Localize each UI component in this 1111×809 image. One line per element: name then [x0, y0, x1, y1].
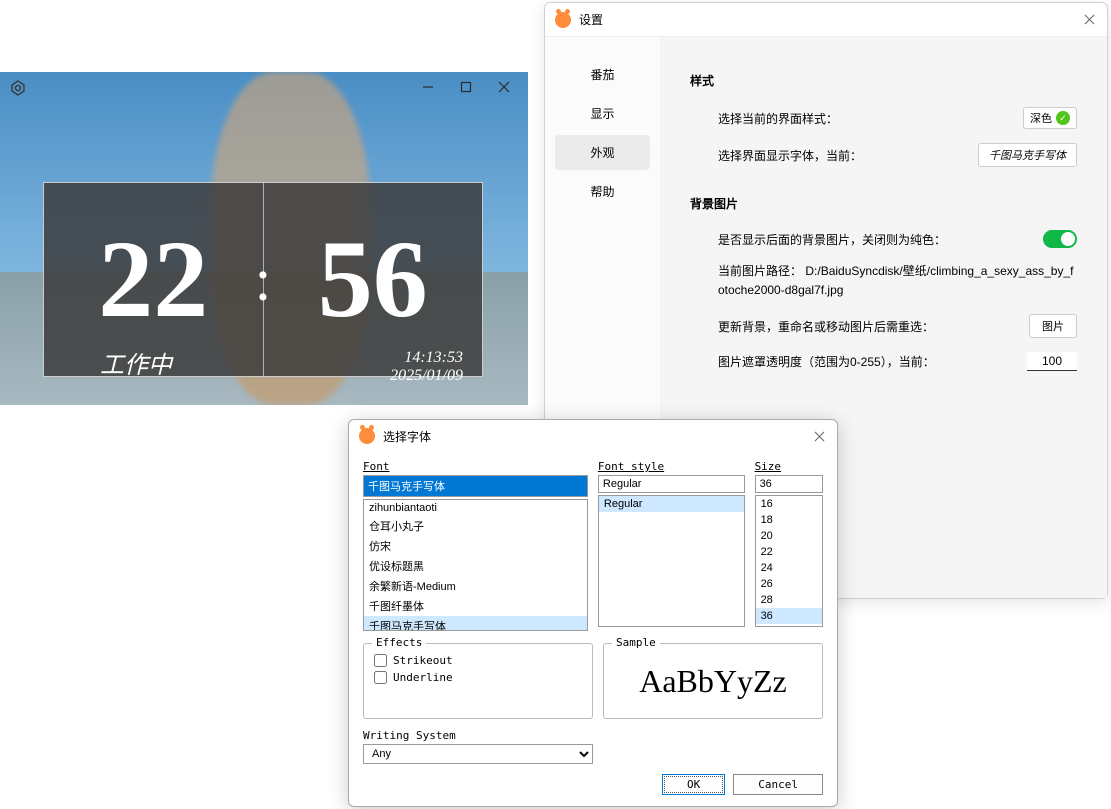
cancel-button[interactable]: Cancel [733, 774, 823, 795]
bg-path-text: 当前图片路径： D:/BaiduSyncdisk/壁纸/climbing_a_s… [690, 262, 1077, 300]
list-item[interactable]: 36 [756, 608, 822, 624]
underline-label: Underline [393, 671, 453, 684]
font-name-input[interactable]: 千图马克手写体 [363, 475, 588, 497]
sample-label: Sample [612, 636, 660, 649]
style-label: 选择当前的界面样式： [718, 110, 838, 127]
maximize-button[interactable] [447, 72, 485, 102]
style-section-title: 样式 [690, 72, 1077, 89]
close-icon[interactable] [811, 428, 827, 444]
bg-update-label: 更新背景，重命名或移动图片后需重选： [718, 318, 934, 335]
font-dialog-titlebar: 选择字体 [349, 420, 837, 452]
nav-help[interactable]: 帮助 [555, 174, 650, 209]
strikeout-label: Strikeout [393, 654, 453, 667]
list-item[interactable]: 18 [756, 512, 822, 528]
size-column-label: Size [755, 460, 823, 473]
close-button[interactable] [485, 72, 523, 102]
style-list[interactable]: Regular [598, 495, 745, 627]
date-label: 2025/01/09 [390, 367, 463, 385]
list-item[interactable]: 仿宋 [364, 536, 587, 556]
font-label: 选择界面显示字体，当前： [718, 147, 862, 164]
font-selector[interactable]: 千图马克手写体 [978, 143, 1077, 167]
ok-button[interactable]: OK [662, 774, 725, 795]
list-item[interactable]: 千图纤墨体 [364, 596, 587, 616]
font-dialog: 选择字体 Font 千图马克手写体 zihunbiantaoti 仓耳小丸子 仿… [348, 419, 838, 807]
close-icon[interactable] [1081, 11, 1097, 27]
bg-image-button[interactable]: 图片 [1029, 314, 1077, 338]
list-item[interactable]: 28 [756, 592, 822, 608]
bg-toggle-label: 是否显示后面的背景图片，关闭则为纯色： [718, 231, 946, 248]
app-icon [555, 12, 571, 28]
font-list[interactable]: zihunbiantaoti 仓耳小丸子 仿宋 优设标题黑 余繁新语-Mediu… [363, 499, 588, 631]
nav-appearance[interactable]: 外观 [555, 135, 650, 170]
font-dialog-title: 选择字体 [383, 428, 431, 445]
writing-system-select[interactable]: Any [363, 744, 593, 764]
bg-path-label: 当前图片路径： [718, 264, 802, 278]
bg-opacity-label: 图片遮罩透明度（范围为0-255），当前： [718, 353, 935, 370]
datetime-display: 14:13:53 2025/01/09 [390, 349, 463, 385]
check-icon: ✓ [1056, 111, 1070, 125]
time-label: 14:13:53 [390, 349, 463, 367]
list-item[interactable]: 16 [756, 496, 822, 512]
size-list[interactable]: 16 18 20 22 24 26 28 36 [755, 495, 823, 627]
list-item[interactable]: 22 [756, 544, 822, 560]
timer-window: 22 : 56 工作中 14:13:53 2025/01/09 [0, 72, 528, 405]
list-item[interactable]: 24 [756, 560, 822, 576]
list-item[interactable]: zihunbiantaoti [364, 500, 587, 516]
nav-pomodoro[interactable]: 番茄 [555, 57, 650, 92]
list-item[interactable]: 千图马克手写体 [364, 616, 587, 631]
status-label: 工作中 [100, 345, 172, 380]
bg-section-title: 背景图片 [690, 195, 1077, 212]
app-icon [359, 428, 375, 444]
list-item[interactable]: Regular [599, 496, 744, 512]
style-selector[interactable]: 深色 ✓ [1023, 107, 1077, 129]
font-column-label: Font [363, 460, 588, 473]
settings-titlebar: 设置 [545, 3, 1107, 37]
strikeout-checkbox[interactable] [374, 654, 387, 667]
effects-label: Effects [372, 636, 426, 649]
style-column-label: Font style [598, 460, 745, 473]
minimize-button[interactable] [409, 72, 447, 102]
effects-group: Effects Strikeout Underline [363, 643, 593, 719]
style-value: 深色 [1030, 110, 1052, 126]
bg-toggle[interactable] [1043, 230, 1077, 248]
list-item[interactable]: 余繁新语-Medium [364, 576, 587, 596]
nav-display[interactable]: 显示 [555, 96, 650, 131]
list-item[interactable]: 优设标题黑 [364, 556, 587, 576]
font-style-input[interactable]: Regular [598, 475, 745, 493]
list-item[interactable]: 20 [756, 528, 822, 544]
writing-system-label: Writing System [363, 729, 823, 742]
timer-titlebar [0, 72, 528, 102]
settings-title: 设置 [579, 11, 603, 28]
list-item[interactable]: 26 [756, 576, 822, 592]
sample-text: AaBbYyZz [639, 663, 787, 700]
underline-checkbox[interactable] [374, 671, 387, 684]
settings-icon[interactable] [10, 80, 26, 96]
bg-opacity-input[interactable]: 100 [1027, 352, 1077, 371]
clock-minutes: 56 [264, 183, 483, 376]
sample-group: Sample AaBbYyZz [603, 643, 823, 719]
list-item[interactable]: 仓耳小丸子 [364, 516, 587, 536]
font-size-input[interactable]: 36 [755, 475, 823, 493]
